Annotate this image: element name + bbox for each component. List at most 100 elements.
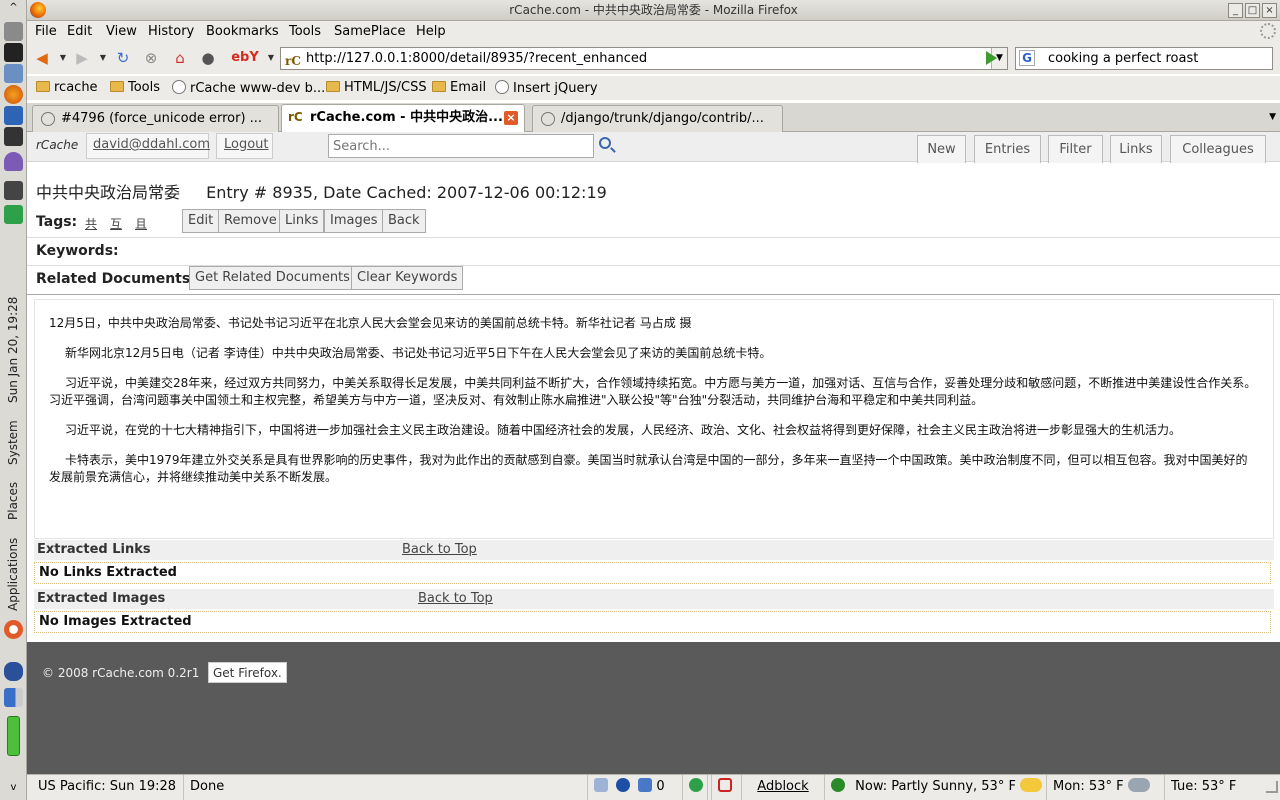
nav-tab-entries[interactable]: Entries [974,135,1041,163]
nav-tab-filter[interactable]: Filter [1048,135,1103,163]
page-icon [541,112,555,126]
folder-icon [432,81,446,92]
tag-link[interactable]: 共 [85,215,97,232]
network-icon[interactable] [4,64,23,83]
menu-file[interactable]: File [35,24,57,39]
menu-history[interactable]: History [148,24,194,39]
status-text: Done [184,775,588,800]
bookmark-email[interactable]: Email [432,80,486,95]
menu-tools[interactable]: Tools [289,24,321,39]
keywords-label: Keywords: [36,243,119,259]
runner-icon[interactable] [4,205,23,224]
back-to-top-link[interactable]: Back to Top [402,540,477,560]
stop-icon[interactable]: ⊗ [142,49,160,67]
menu-edit[interactable]: Edit [67,24,92,39]
tab-list-dropdown-icon[interactable]: ▼ [1269,112,1276,122]
menu-system[interactable]: System [0,415,27,470]
weather-tuesday[interactable]: Tue: 53° F [1165,775,1270,800]
site-search-input[interactable] [328,134,594,158]
get-firefox-button[interactable]: Get Firefox. [208,662,287,683]
adblock-label[interactable]: Adblock [742,775,825,800]
maximize-button[interactable]: □ [1245,3,1260,18]
related-documents-label: Related Documents: [36,271,196,287]
tab-rcache-entry[interactable]: rC rCache.com - 中共中央政治... × [281,104,525,133]
close-window-button[interactable]: × [1262,3,1277,18]
go-arrow-icon[interactable] [986,51,997,65]
nav-tab-new[interactable]: New [917,135,966,163]
ubuntu-logo-icon[interactable] [4,620,23,639]
extracted-images-header: Extracted Images Back to Top [34,589,1274,609]
remove-button[interactable]: Remove [218,209,283,233]
menu-help[interactable]: Help [416,24,446,39]
no-images-message: No Images Extracted [34,611,1271,633]
weather-now[interactable]: Now: Partly Sunny, 53° F [825,775,1047,800]
bookmark-insert-jquery[interactable]: Insert jQuery [495,80,598,96]
google-icon[interactable]: G [1019,50,1035,66]
weather-monday[interactable]: Mon: 53° F [1047,775,1165,800]
signal-icon[interactable] [4,688,23,707]
film-icon[interactable] [4,181,23,200]
menu-sameplace[interactable]: SamePlace [334,24,405,39]
tab-trac-ticket[interactable]: #4796 (force_unicode error) ... [32,105,279,132]
get-related-documents-button[interactable]: Get Related Documents [189,266,356,290]
logout-link[interactable]: Logout [224,137,269,152]
menu-view[interactable]: View [106,24,137,39]
camera-icon[interactable] [4,127,23,146]
tag-link[interactable]: 且 [135,215,147,232]
sidebar-icon[interactable] [594,778,608,792]
clear-keywords-button[interactable]: Clear Keywords [351,266,464,290]
edit-button[interactable]: Edit [182,209,220,233]
resize-grip-icon[interactable] [1266,781,1278,793]
check-icon[interactable] [689,778,703,792]
ebay-icon[interactable]: ebY [229,49,261,67]
bookmark-rcache[interactable]: rcache [36,80,98,95]
bookmark-tools[interactable]: Tools [110,80,160,95]
music-icon[interactable] [4,106,23,125]
user-email-link[interactable]: david@ddahl.com [93,137,210,152]
terminal-icon[interactable] [4,43,23,62]
block-icon[interactable] [718,778,732,792]
home-icon[interactable]: ⌂ [171,49,189,67]
site-logo[interactable]: rCache [36,138,78,152]
menu-applications[interactable]: Applications [0,532,27,617]
bluetooth-icon[interactable] [4,662,23,681]
forward-arrow-icon[interactable]: ▶ [73,49,91,67]
tab-django-trunk[interactable]: /django/trunk/django/contrib/... [532,105,783,132]
bookmark-rcache-www-dev[interactable]: rCache www-dev b... [172,80,325,96]
globe-icon [831,778,845,792]
nav-tab-colleagues[interactable]: Colleagues [1170,135,1266,163]
computer-icon[interactable] [4,22,23,41]
extracted-images-title: Extracted Images [37,591,166,606]
menu-places[interactable]: Places [0,476,27,526]
ghost-icon[interactable] [4,152,23,171]
menu-bookmarks[interactable]: Bookmarks [206,24,279,39]
info-icon[interactable] [616,778,631,792]
reload-icon[interactable]: ↻ [114,49,132,67]
ebay-dropdown-icon[interactable]: ▼ [262,49,280,67]
back-button[interactable]: Back [382,209,426,233]
cached-article-body: 12月5日，中共中央政治局常委、书记处书记习近平在北京人民大会堂会见来访的美国前… [34,299,1274,539]
desktop-clock[interactable]: Sun Jan 20, 19:28 [0,290,27,410]
search-engine-box[interactable]: G cooking a perfect roast [1015,47,1273,70]
back-arrow-icon[interactable]: ◀ [33,49,51,67]
window-titlebar[interactable]: rCache.com - 中共中央政治局常委 - Mozilla Firefox… [27,0,1280,21]
back-to-top-link[interactable]: Back to Top [418,589,493,609]
url-bar[interactable]: rC http://127.0.0.1:8000/detail/8935/?re… [280,47,1008,70]
globe-icon[interactable]: ● [199,49,217,67]
scroll-up-icon[interactable]: ^ [4,2,23,16]
bookmark-html-js-css[interactable]: HTML/JS/CSS [326,80,427,95]
back-dropdown-icon[interactable]: ▼ [54,49,72,67]
images-button[interactable]: Images [324,209,384,233]
mail-icon[interactable] [638,778,653,792]
close-tab-icon[interactable]: × [504,111,518,125]
scroll-down-icon[interactable]: v [4,782,23,796]
status-clock[interactable]: US Pacific: Sun 19:28 [27,775,184,800]
minimize-button[interactable]: _ [1228,3,1243,18]
firefox-icon[interactable] [4,85,23,104]
links-button[interactable]: Links [279,209,325,233]
nav-tab-links[interactable]: Links [1110,135,1162,163]
tag-link[interactable]: 互 [110,215,122,232]
search-icon[interactable] [599,137,611,149]
battery-icon[interactable] [7,716,20,756]
forward-dropdown-icon[interactable]: ▼ [94,49,112,67]
